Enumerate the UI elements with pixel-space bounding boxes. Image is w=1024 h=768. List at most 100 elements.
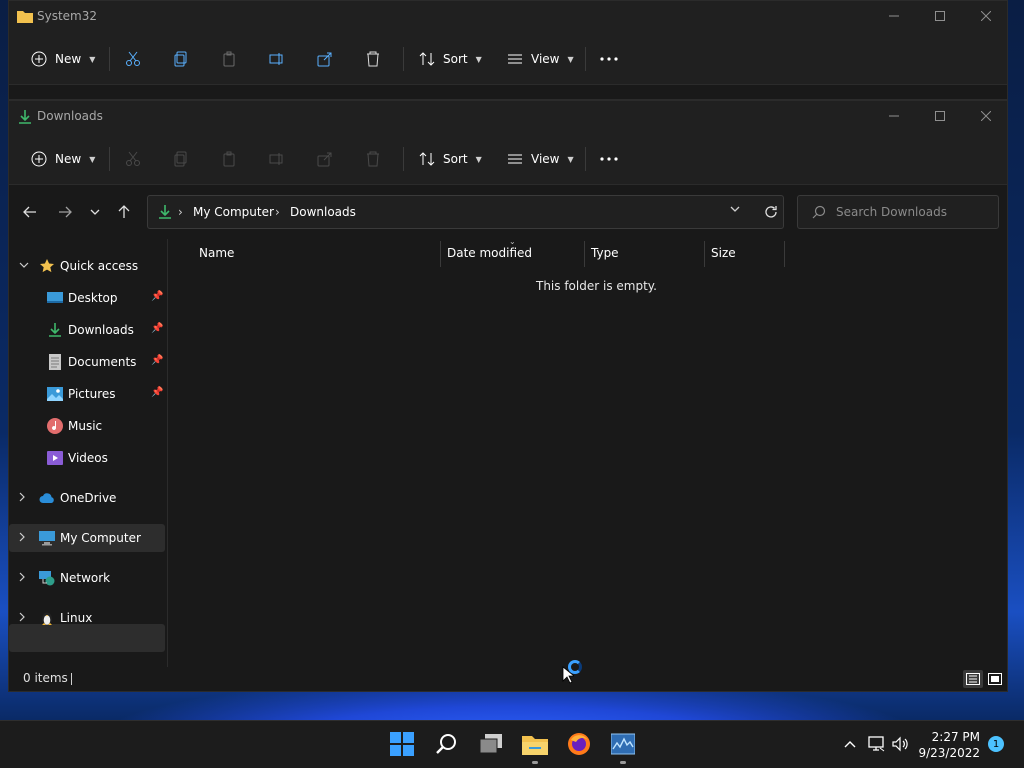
breadcrumb-downloads[interactable]: Downloads — [290, 205, 356, 219]
sidebar-item-label: Linux — [60, 611, 93, 625]
copy-button[interactable] — [171, 45, 191, 73]
close-button[interactable] — [963, 1, 1009, 31]
file-explorer-window[interactable]: Downloads New ▼ Sort ▼ View ▼ › My Compu… — [8, 100, 1008, 692]
sidebar-item-label: Music — [68, 419, 103, 433]
more-options-button[interactable] — [599, 45, 619, 73]
rename-button[interactable] — [267, 145, 287, 173]
refresh-button[interactable] — [760, 202, 782, 222]
linux-icon — [42, 612, 52, 626]
sidebar-item-documents[interactable]: Documents 📌 — [9, 348, 165, 376]
maximize-icon — [935, 11, 945, 21]
details-view-button[interactable] — [963, 670, 983, 688]
view-button[interactable]: View ▼ — [505, 45, 574, 73]
sidebar-item-downloads[interactable]: Downloads 📌 — [9, 316, 165, 344]
start-button[interactable] — [386, 728, 418, 760]
background-window[interactable]: System32 New ▼ Sort ▼ View ▼ — [8, 0, 1008, 100]
new-button[interactable]: New ▼ — [29, 45, 95, 73]
column-divider[interactable] — [704, 241, 705, 267]
delete-button[interactable] — [363, 45, 383, 73]
sidebar-item-desktop[interactable]: Desktop 📌 — [9, 284, 165, 312]
clock-time[interactable]: 2:27 PM — [932, 730, 980, 744]
background-toolbar: New ▼ Sort ▼ View ▼ — [9, 33, 1007, 85]
file-list[interactable]: Name Date modified ⌄ Type Size This fold… — [168, 237, 1007, 679]
cut-button[interactable] — [123, 145, 143, 173]
music-icon — [47, 418, 63, 434]
pictures-icon — [47, 387, 63, 401]
sidebar-item-quick-access[interactable]: Quick access — [9, 252, 165, 280]
cut-button[interactable] — [123, 45, 143, 73]
task-view-icon — [479, 734, 502, 754]
minimize-button[interactable] — [871, 1, 917, 31]
expand-chevron-icon[interactable] — [19, 612, 29, 625]
tiles-view-button[interactable] — [985, 670, 1005, 688]
task-manager-app[interactable] — [607, 728, 639, 760]
show-hidden-icons-button[interactable] — [841, 735, 859, 753]
expand-chevron-icon[interactable] — [19, 492, 29, 505]
sidebar-item-linux[interactable]: Linux — [9, 604, 165, 632]
download-icon — [49, 323, 61, 337]
paste-button[interactable] — [219, 145, 239, 173]
sidebar-item-label: Desktop — [68, 291, 118, 305]
maximize-button[interactable] — [917, 1, 963, 31]
share-button[interactable] — [315, 45, 335, 73]
clock-date[interactable]: 9/23/2022 — [918, 746, 980, 760]
sidebar-item-network[interactable]: Network — [9, 564, 165, 592]
column-divider[interactable] — [440, 241, 441, 267]
sort-label: Sort — [443, 52, 468, 66]
view-label: View — [531, 152, 560, 166]
copy-button[interactable] — [171, 145, 191, 173]
task-view-button[interactable] — [475, 728, 507, 760]
address-bar[interactable]: › My Computer › Downloads — [147, 195, 784, 229]
forward-button[interactable] — [51, 199, 79, 225]
search-button[interactable] — [431, 728, 463, 760]
notification-badge[interactable]: 1 — [988, 736, 1004, 752]
arrow-up-icon — [118, 205, 130, 218]
expand-chevron-icon[interactable] — [19, 572, 29, 585]
up-button[interactable] — [110, 199, 138, 225]
toolbar-divider — [403, 47, 404, 71]
sidebar-item-music[interactable]: Music — [9, 412, 165, 440]
share-button[interactable] — [315, 145, 335, 173]
new-button[interactable]: New ▼ — [29, 145, 95, 173]
breadcrumb-my-computer[interactable]: My Computer — [193, 205, 274, 219]
close-button[interactable] — [963, 101, 1009, 131]
delete-button[interactable] — [363, 145, 383, 173]
search-box[interactable] — [797, 195, 999, 229]
sidebar-item-onedrive[interactable]: OneDrive — [9, 484, 165, 512]
rename-button[interactable] — [267, 45, 287, 73]
new-label: New — [55, 152, 82, 166]
sort-button[interactable]: Sort ▼ — [417, 45, 482, 73]
column-divider[interactable] — [584, 241, 585, 267]
minimize-button[interactable] — [871, 101, 917, 131]
navigation-pane: Quick access Desktop 📌 Downloads 📌 Docum… — [9, 239, 167, 679]
column-divider[interactable] — [784, 241, 785, 267]
view-button[interactable]: View ▼ — [505, 145, 574, 173]
maximize-button[interactable] — [917, 101, 963, 131]
titlebar[interactable]: Downloads — [9, 101, 1007, 133]
more-options-button[interactable] — [599, 145, 619, 173]
expand-chevron-icon[interactable] — [19, 532, 29, 545]
expand-chevron-icon[interactable] — [19, 260, 29, 271]
sidebar-item-my-computer[interactable]: My Computer — [9, 524, 165, 552]
back-button[interactable] — [16, 199, 44, 225]
search-input[interactable] — [836, 196, 991, 228]
column-header-size[interactable]: Size — [711, 239, 781, 267]
paste-button[interactable] — [219, 45, 239, 73]
breadcrumb-chevron-icon: › — [178, 205, 183, 219]
background-titlebar[interactable]: System32 — [9, 1, 1007, 33]
rename-icon — [267, 49, 287, 69]
address-history-button[interactable] — [730, 204, 740, 215]
new-label: New — [55, 52, 82, 66]
more-icon — [599, 49, 619, 69]
plus-icon — [29, 149, 49, 169]
column-header-name[interactable]: Name — [199, 239, 439, 267]
firefox-app[interactable] — [563, 728, 595, 760]
sort-button[interactable]: Sort ▼ — [417, 145, 482, 173]
sidebar-item-pictures[interactable]: Pictures 📌 — [9, 380, 165, 408]
sidebar-item-videos[interactable]: Videos — [9, 444, 165, 472]
column-header-type[interactable]: Type — [591, 239, 701, 267]
volume-button[interactable] — [892, 735, 910, 753]
recent-locations-button[interactable] — [81, 199, 109, 225]
network-status-button[interactable] — [868, 735, 886, 753]
file-explorer-app[interactable] — [519, 728, 551, 760]
